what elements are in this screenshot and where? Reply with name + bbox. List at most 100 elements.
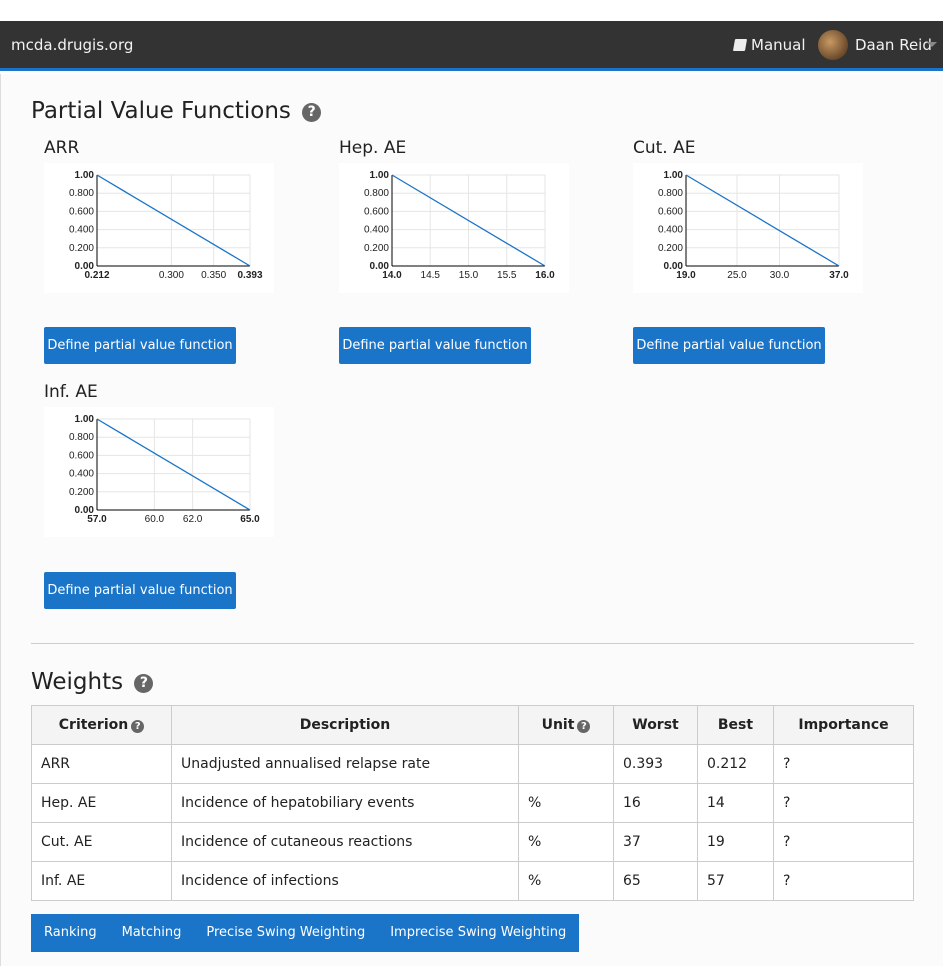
pvf-chart-inf-ae: 1.000.8000.6000.4000.2000.0057.0 60.0 62.0… [44, 407, 274, 537]
navbar: mcda.drugis.org Manual Daan Reid [0, 21, 943, 71]
caret-down-icon [927, 42, 937, 47]
elicitation-buttons: Ranking Matching Precise Swing Weighting Im… [31, 914, 581, 952]
table-row: Cut. AE Incidence of cutaneous reactions%… [31, 822, 914, 862]
pvf-card-title: Hep. AE [339, 138, 407, 158]
question-circle-icon[interactable]: ? [134, 674, 154, 693]
pvf-chart-cut-ae: 1.000.8000.6000.4000.2000.0019.0 25.0 30.0… [633, 163, 863, 293]
x-tick-label: 57.0 [87, 514, 107, 525]
pvf-title-text: Partial Value Functions [31, 98, 291, 124]
x-tick-label: 62.0 [183, 514, 203, 525]
manual-label: Manual [751, 36, 806, 54]
header-criterion-label: Criterion [58, 717, 129, 733]
cell-worst: 37 [613, 822, 698, 862]
y-tick-label: 0.800 [658, 188, 683, 199]
cell-best: 14 [697, 783, 774, 823]
y-tick-label: 1.00 [370, 170, 390, 181]
header-worst: Worst [613, 705, 698, 745]
ranking-button[interactable]: Ranking [31, 914, 111, 952]
x-tick-label: 19.0 [676, 270, 696, 281]
y-tick-label: 0.800 [69, 432, 94, 443]
cell-description: Incidence of hepatobiliary events [171, 783, 519, 823]
header-unit-label: Unit [541, 717, 575, 733]
cell-importance: ? [773, 861, 914, 901]
cell-best: 19 [697, 822, 774, 862]
header-importance: Importance [773, 705, 914, 745]
cell-criterion: Inf. AE [31, 861, 172, 901]
cell-criterion: Hep. AE [31, 783, 172, 823]
pvf-section-title: Partial Value Functions ? [31, 98, 322, 124]
y-tick-label: 0.800 [364, 188, 389, 199]
cell-criterion: ARR [31, 744, 172, 784]
weights-section-title: Weights ? [31, 669, 154, 695]
main-content: Partial Value Functions ? ARR 1.00 0.800 0… [0, 74, 943, 966]
y-tick-label: 1.00 [75, 170, 95, 181]
table-row: Hep. AE Incidence of hepatobiliary events… [31, 783, 914, 823]
pvf-chart-hep-ae: 1.000.8000.6000.4000.2000.0014.0 14.5 15.0… [339, 163, 569, 293]
question-circle-icon[interactable]: ? [577, 720, 591, 733]
x-tick-label: 60.0 [145, 514, 165, 525]
cell-importance: ? [773, 744, 914, 784]
cell-importance: ? [773, 822, 914, 862]
y-tick-label: 0.200 [364, 243, 389, 254]
x-tick-label: 25.0 [727, 270, 747, 281]
cell-unit: % [518, 822, 614, 862]
x-tick-label: 16.0 [535, 270, 555, 281]
y-tick-label: 0.600 [658, 206, 683, 217]
y-tick-label: 1.00 [75, 414, 95, 425]
question-circle-icon[interactable]: ? [131, 720, 145, 733]
x-tick-label: 65.0 [240, 514, 260, 525]
pvf-card-title: ARR [44, 138, 80, 158]
section-divider [31, 643, 914, 644]
y-tick-label: 0.400 [364, 225, 389, 236]
y-tick-label: 0.400 [69, 225, 94, 236]
cell-importance: ? [773, 783, 914, 823]
avatar [818, 30, 848, 60]
define-pvf-button-arr[interactable]: Define partial value function [44, 327, 236, 364]
question-circle-icon[interactable]: ? [302, 103, 322, 122]
x-tick-label: 0.300 [159, 270, 184, 281]
x-tick-label: 14.0 [382, 270, 402, 281]
cell-description: Unadjusted annualised relapse rate [171, 744, 519, 784]
matching-button[interactable]: Matching [108, 914, 196, 952]
weights-title-text: Weights [31, 669, 124, 695]
cell-unit [518, 744, 614, 784]
header-unit: Unit? [518, 705, 614, 745]
cell-unit: % [518, 861, 614, 901]
y-tick-label: 0.600 [69, 206, 94, 217]
brand-link[interactable]: mcda.drugis.org [11, 36, 133, 54]
y-tick-label: 0.400 [69, 469, 94, 480]
define-pvf-button-inf-ae[interactable]: Define partial value function [44, 572, 236, 609]
user-name: Daan Reid [855, 36, 932, 54]
x-tick-label: 14.5 [421, 270, 441, 281]
define-pvf-button-cut-ae[interactable]: Define partial value function [633, 327, 825, 364]
precise-swing-weighting-button[interactable]: Precise Swing Weighting [193, 914, 380, 952]
define-pvf-button-hep-ae[interactable]: Define partial value function [339, 327, 531, 364]
cell-criterion: Cut. AE [31, 822, 172, 862]
pvf-card-title: Cut. AE [633, 138, 696, 158]
y-tick-label: 0.600 [69, 450, 94, 461]
y-tick-label: 0.200 [658, 243, 683, 254]
header-criterion: Criterion? [31, 705, 172, 745]
pvf-chart-arr: 1.000.8000.6000.4000.2000.000.212 0.300 0.… [44, 163, 274, 293]
manual-link[interactable]: Manual [732, 36, 806, 54]
y-tick-label: 0.200 [69, 487, 94, 498]
header-description: Description [171, 705, 519, 745]
cell-unit: % [518, 783, 614, 823]
x-tick-label: 15.5 [497, 270, 517, 281]
y-tick-label: 0.600 [364, 206, 389, 217]
cell-worst: 16 [613, 783, 698, 823]
cell-worst: 0.393 [613, 744, 698, 784]
imprecise-swing-weighting-button[interactable]: Imprecise Swing Weighting [377, 914, 581, 952]
y-tick-label: 0.200 [69, 243, 94, 254]
x-tick-label: 37.0 [829, 270, 849, 281]
header-best: Best [697, 705, 774, 745]
cell-description: Incidence of infections [171, 861, 519, 901]
x-tick-label: 0.212 [84, 270, 109, 281]
cell-best: 0.212 [697, 744, 774, 784]
weights-table: Criterion? Description Unit? Worst Best … [31, 705, 914, 901]
y-tick-label: 0.800 [69, 188, 94, 199]
table-row: Inf. AE Incidence of infections% 65 57? [31, 861, 914, 901]
x-tick-label: 30.0 [770, 270, 790, 281]
x-tick-label: 0.350 [201, 270, 226, 281]
book-icon [732, 39, 748, 51]
